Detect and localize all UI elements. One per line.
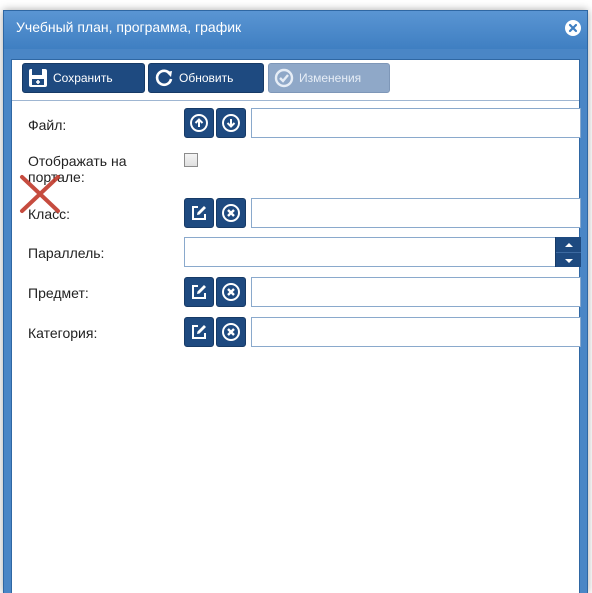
class-label: Класс: bbox=[28, 206, 70, 222]
file-field[interactable] bbox=[251, 108, 581, 138]
class-edit-button[interactable] bbox=[184, 198, 214, 228]
edit-icon bbox=[192, 325, 206, 339]
dialog-window: Учебный план, программа, график Сохранит… bbox=[3, 10, 588, 593]
dialog-content: Сохранить Обновить Изменения Файл: Отобр… bbox=[11, 59, 581, 593]
changes-button-label: Изменения bbox=[299, 71, 362, 85]
toolbar: Сохранить Обновить Изменения bbox=[12, 60, 579, 101]
clear-icon bbox=[222, 283, 240, 301]
subject-edit-button[interactable] bbox=[184, 277, 214, 307]
titlebar: Учебный план, программа, график bbox=[4, 11, 587, 49]
chevron-up-icon bbox=[564, 242, 573, 247]
category-field[interactable] bbox=[251, 317, 581, 347]
clear-icon bbox=[222, 323, 240, 341]
subject-label: Предмет: bbox=[28, 285, 89, 301]
clear-icon bbox=[222, 204, 240, 222]
changes-button[interactable]: Изменения bbox=[268, 63, 390, 93]
download-icon bbox=[222, 114, 240, 132]
show-on-portal-label: Отображать на портале: bbox=[28, 153, 127, 185]
subject-clear-button[interactable] bbox=[216, 277, 246, 307]
chevron-down-icon bbox=[564, 258, 573, 263]
class-field[interactable] bbox=[251, 198, 581, 228]
category-label: Категория: bbox=[28, 325, 98, 341]
refresh-button[interactable]: Обновить bbox=[148, 63, 264, 93]
parallel-label: Параллель: bbox=[28, 245, 105, 261]
spin-down-button[interactable] bbox=[556, 252, 581, 268]
parallel-spinner[interactable] bbox=[555, 237, 581, 267]
refresh-icon bbox=[153, 67, 175, 89]
upload-button[interactable] bbox=[184, 108, 214, 138]
show-on-portal-checkbox[interactable] bbox=[184, 153, 198, 167]
category-edit-button[interactable] bbox=[184, 317, 214, 347]
save-button-label: Сохранить bbox=[53, 71, 113, 85]
history-icon bbox=[273, 67, 295, 89]
file-label: Файл: bbox=[28, 117, 67, 133]
subject-field[interactable] bbox=[251, 277, 581, 307]
upload-icon bbox=[190, 114, 208, 132]
class-clear-button[interactable] bbox=[216, 198, 246, 228]
window-title: Учебный план, программа, график bbox=[16, 19, 242, 35]
edit-icon bbox=[192, 285, 206, 299]
save-icon bbox=[27, 67, 49, 89]
edit-icon bbox=[192, 206, 206, 220]
refresh-button-label: Обновить bbox=[179, 71, 234, 85]
parallel-field[interactable] bbox=[184, 237, 581, 267]
close-circle-icon bbox=[568, 23, 578, 33]
spin-up-button[interactable] bbox=[556, 237, 581, 252]
category-clear-button[interactable] bbox=[216, 317, 246, 347]
close-button[interactable] bbox=[565, 20, 581, 36]
download-button[interactable] bbox=[216, 108, 246, 138]
save-button[interactable]: Сохранить bbox=[22, 63, 145, 93]
